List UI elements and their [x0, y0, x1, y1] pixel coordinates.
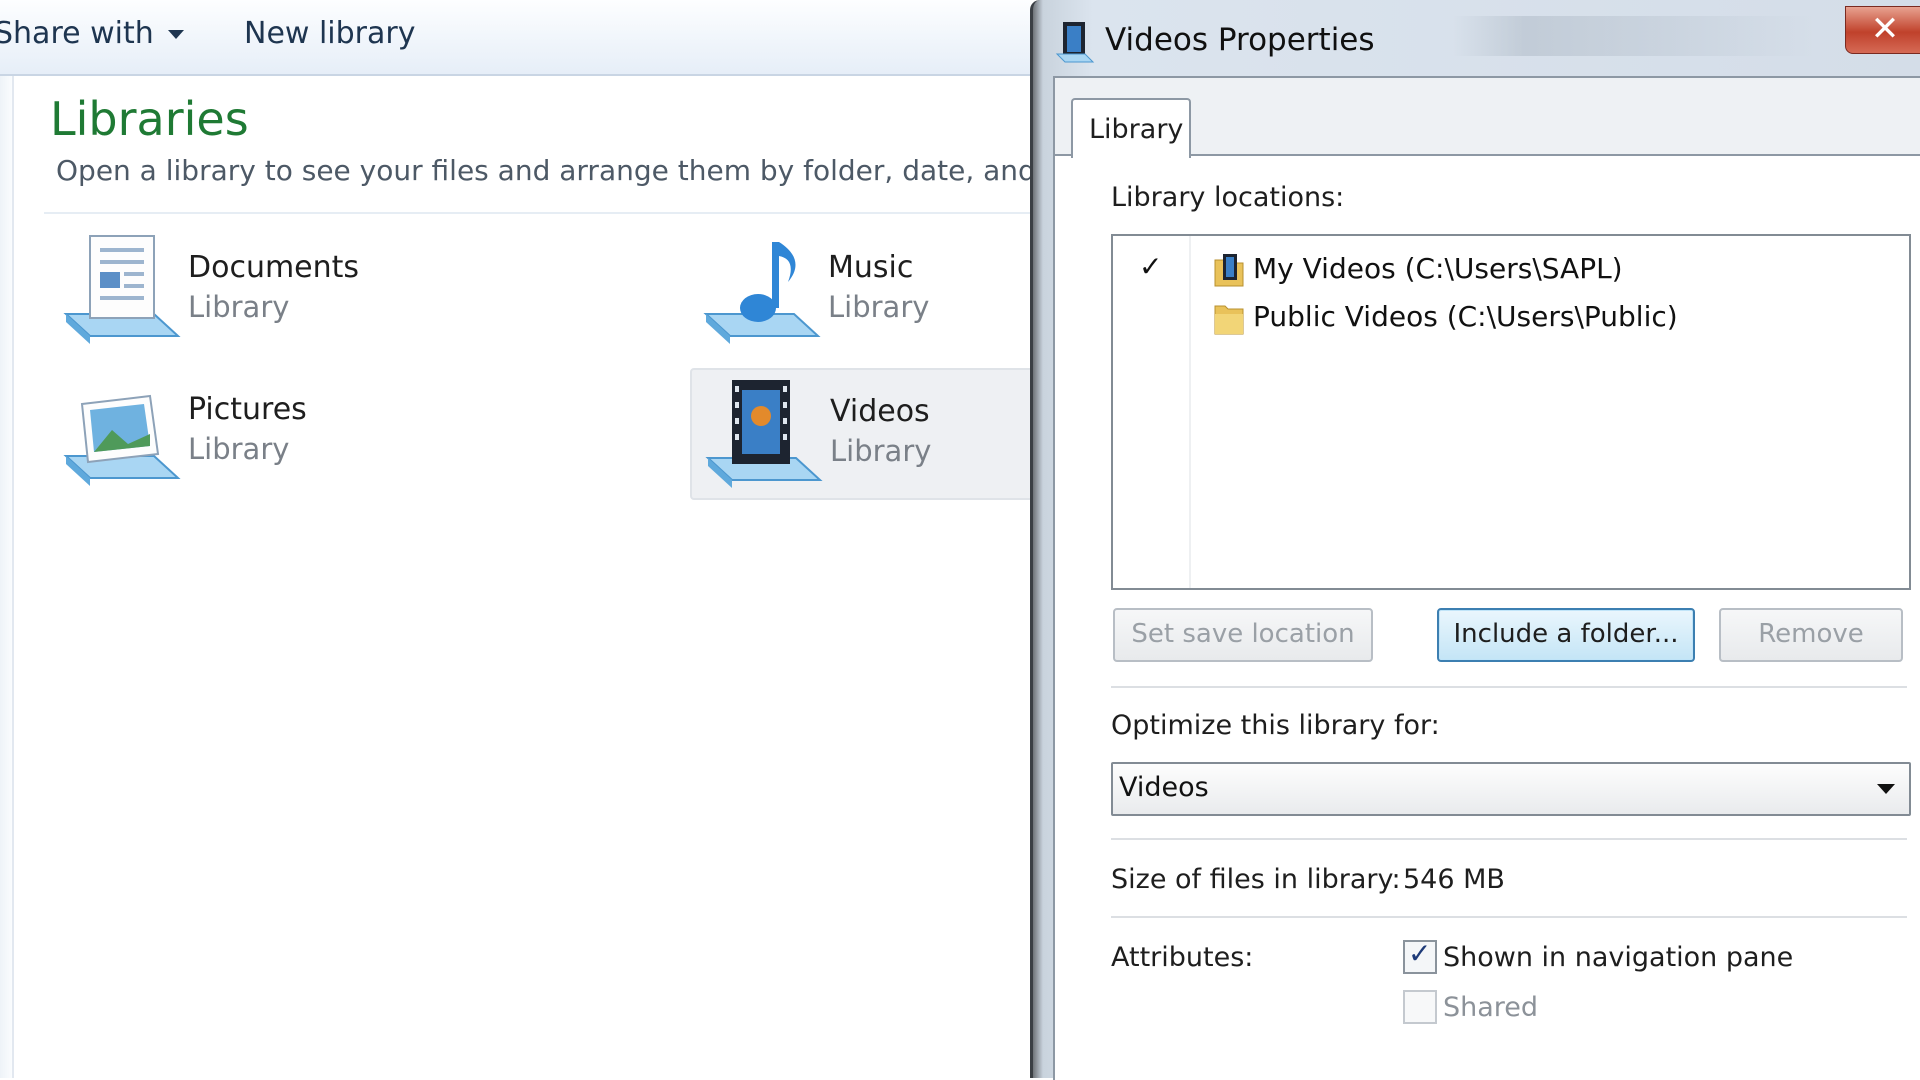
section-divider	[1111, 838, 1907, 840]
library-type: Library	[188, 432, 290, 466]
include-folder-button[interactable]: Include a folder...	[1437, 608, 1695, 662]
size-value: 546 MB	[1403, 864, 1505, 895]
new-library-button[interactable]: New library	[244, 16, 416, 51]
videos-folder-icon	[1214, 254, 1244, 287]
share-with-button[interactable]: Share with	[0, 16, 184, 51]
shared-checkbox[interactable]	[1403, 990, 1437, 1024]
tab-label: Library	[1089, 114, 1184, 145]
page-title: Libraries	[50, 92, 249, 146]
navigation-pane-edge[interactable]	[0, 76, 14, 1078]
location-path: Public Videos (C:\Users\Public)	[1253, 300, 1678, 333]
library-name: Videos	[830, 394, 930, 429]
location-path: My Videos (C:\Users\SAPL)	[1253, 252, 1623, 285]
share-with-label: Share with	[0, 16, 154, 51]
default-save-check-icon: ✓	[1139, 250, 1163, 283]
folder-icon	[1214, 305, 1244, 335]
close-icon: ✕	[1870, 9, 1900, 49]
dialog-body: Library Library locations: ✓ My Videos (…	[1053, 76, 1920, 1080]
list-item[interactable]: ✓ My Videos (C:\Users\SAPL)	[1113, 248, 1909, 292]
shown-in-navigation-checkbox[interactable]	[1403, 937, 1437, 974]
library-name: Music	[828, 250, 914, 285]
music-library-icon	[703, 242, 821, 344]
library-tile-videos[interactable]: Videos Library	[690, 368, 1036, 500]
attributes-label: Attributes:	[1111, 942, 1254, 973]
tab-strip: Library	[1055, 78, 1920, 158]
close-button[interactable]: ✕	[1845, 6, 1920, 54]
page-subtitle: Open a library to see your files and arr…	[56, 154, 1031, 187]
optimize-selected-value: Videos	[1119, 772, 1209, 803]
library-type: Library	[188, 290, 290, 324]
pictures-library-icon	[63, 394, 181, 486]
header-divider	[44, 212, 1034, 214]
library-type: Library	[828, 290, 930, 324]
chevron-down-icon	[1877, 784, 1895, 794]
documents-library-icon	[63, 235, 181, 344]
section-divider	[1111, 686, 1907, 688]
library-type: Library	[830, 434, 932, 468]
size-label: Size of files in library:	[1111, 864, 1401, 895]
tab-library[interactable]: Library	[1071, 98, 1191, 158]
set-save-location-button[interactable]: Set save location	[1113, 608, 1373, 662]
library-tile-documents[interactable]: Documents Library	[50, 226, 359, 354]
remove-button[interactable]: Remove	[1719, 608, 1903, 662]
videos-properties-dialog: Videos Properties ✕ Library Library loca…	[1030, 0, 1920, 1080]
optimize-label: Optimize this library for:	[1111, 710, 1440, 741]
window-controls	[1453, 16, 1813, 56]
section-divider	[1111, 916, 1907, 918]
library-locations-label: Library locations:	[1111, 182, 1345, 213]
list-item[interactable]: Public Videos (C:\Users\Public)	[1113, 296, 1909, 340]
chevron-down-icon	[167, 30, 184, 39]
videos-library-icon	[1055, 22, 1095, 63]
library-name: Documents	[188, 250, 360, 285]
library-tile-music[interactable]: Music Library	[690, 226, 990, 354]
videos-library-icon	[705, 380, 823, 488]
library-name: Pictures	[188, 392, 307, 427]
library-locations-list[interactable]: ✓ My Videos (C:\Users\SAPL) Public Video…	[1111, 234, 1911, 590]
library-tile-pictures[interactable]: Pictures Library	[50, 368, 350, 496]
optimize-select[interactable]: Videos	[1111, 762, 1911, 816]
dialog-title: Videos Properties	[1105, 22, 1375, 58]
shared-label: Shared	[1443, 992, 1539, 1023]
shown-in-navigation-label: Shown in navigation pane	[1443, 942, 1794, 973]
explorer-toolbar: Share with New library	[0, 0, 1030, 76]
